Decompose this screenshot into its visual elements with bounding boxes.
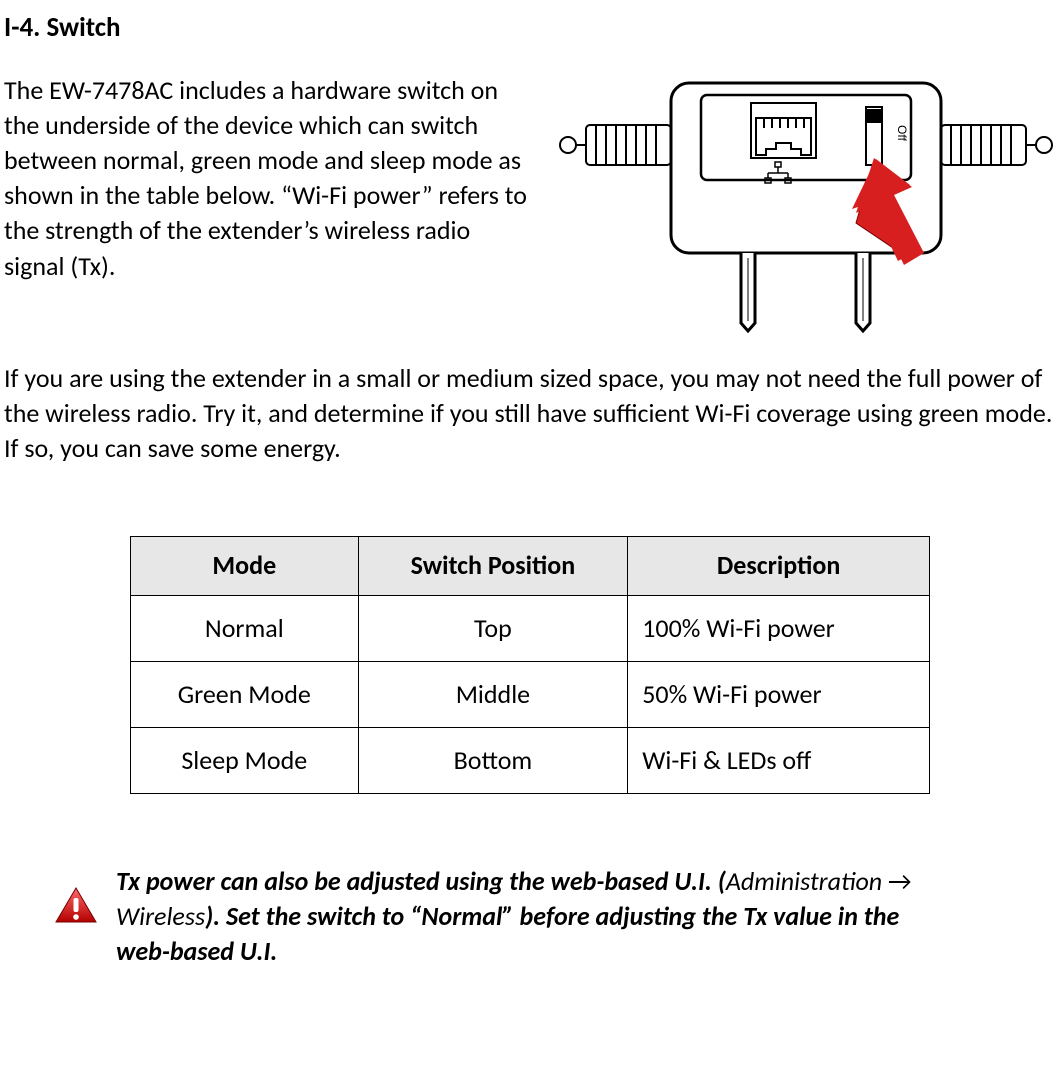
warning-icon xyxy=(54,886,98,935)
cell-mode: Green Mode xyxy=(131,662,359,728)
note-part2: Administration xyxy=(726,865,888,897)
table-row: Sleep Mode Bottom Wi-Fi & LEDs off xyxy=(131,728,930,794)
cell-description: Wi-Fi & LEDs off xyxy=(628,728,930,794)
table-row: Normal Top 100% Wi-Fi power xyxy=(131,596,930,662)
note-text: Tx power can also be adjusted using the … xyxy=(116,864,926,969)
cell-mode: Normal xyxy=(131,596,359,662)
cell-position: Top xyxy=(358,596,628,662)
cell-mode: Sleep Mode xyxy=(131,728,359,794)
th-mode: Mode xyxy=(131,537,359,596)
diagram-off-label: Off xyxy=(895,125,909,141)
device-diagram: Off xyxy=(556,73,1056,333)
th-position: Switch Position xyxy=(358,537,628,596)
note-part4: ). Set the switch to “Normal” before adj… xyxy=(116,900,899,967)
cell-description: 100% Wi-Fi power xyxy=(628,596,930,662)
arrow-icon: → xyxy=(888,865,912,897)
paragraph-1: The EW-7478AC includes a hardware switch… xyxy=(4,73,536,333)
note-part1: Tx power can also be adjusted using the … xyxy=(116,865,726,897)
cell-description: 50% Wi-Fi power xyxy=(628,662,930,728)
table-header-row: Mode Switch Position Description xyxy=(131,537,930,596)
mode-table: Mode Switch Position Description Normal … xyxy=(130,536,930,794)
table-row: Green Mode Middle 50% Wi-Fi power xyxy=(131,662,930,728)
th-description: Description xyxy=(628,537,930,596)
paragraph-2: If you are using the extender in a small… xyxy=(4,361,1056,466)
cell-position: Middle xyxy=(358,662,628,728)
note-part3: Wireless xyxy=(116,900,205,932)
cell-position: Bottom xyxy=(358,728,628,794)
section-heading: I-4. Switch xyxy=(4,10,1056,45)
warning-note: Tx power can also be adjusted using the … xyxy=(4,864,1056,969)
intro-row: The EW-7478AC includes a hardware switch… xyxy=(4,73,1056,333)
